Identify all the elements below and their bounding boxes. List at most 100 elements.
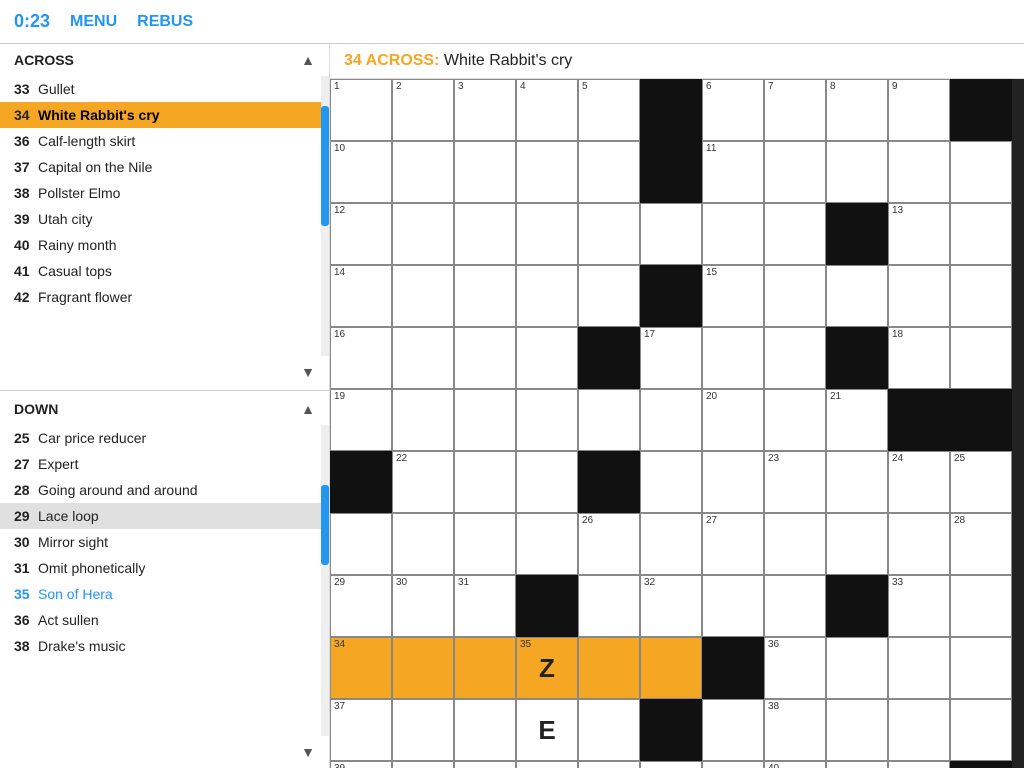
grid-cell[interactable] bbox=[702, 203, 764, 265]
across-clue-37[interactable]: 37Capital on the Nile bbox=[0, 154, 321, 180]
down-clue-36[interactable]: 36Act sullen bbox=[0, 607, 321, 633]
grid-cell[interactable]: 5 bbox=[578, 79, 640, 141]
grid-cell[interactable]: 8 bbox=[826, 79, 888, 141]
grid-cell[interactable] bbox=[640, 761, 702, 768]
grid-cell[interactable] bbox=[454, 389, 516, 451]
grid-cell[interactable]: 39 bbox=[330, 761, 392, 768]
grid-cell[interactable] bbox=[330, 513, 392, 575]
grid-cell[interactable] bbox=[640, 451, 702, 513]
grid-cell[interactable]: 13 bbox=[888, 203, 950, 265]
grid-cell[interactable]: 15 bbox=[702, 265, 764, 327]
grid-cell[interactable] bbox=[392, 761, 454, 768]
grid-cell[interactable]: 33 bbox=[888, 575, 950, 637]
grid-cell[interactable] bbox=[702, 575, 764, 637]
across-scroll-up[interactable]: ▲ bbox=[297, 49, 319, 71]
grid-cell[interactable] bbox=[826, 327, 888, 389]
grid-cell[interactable]: 18 bbox=[888, 327, 950, 389]
grid-cell[interactable] bbox=[702, 327, 764, 389]
grid-cell[interactable] bbox=[392, 389, 454, 451]
across-scroll-down[interactable]: ▼ bbox=[297, 361, 319, 383]
grid-cell[interactable] bbox=[578, 637, 640, 699]
grid-cell[interactable] bbox=[950, 761, 1012, 768]
grid-cell[interactable] bbox=[950, 699, 1012, 761]
grid-cell[interactable] bbox=[392, 265, 454, 327]
grid-cell[interactable] bbox=[888, 141, 950, 203]
grid-cell[interactable] bbox=[516, 265, 578, 327]
grid-cell[interactable] bbox=[516, 513, 578, 575]
grid-cell[interactable] bbox=[702, 699, 764, 761]
grid-cell[interactable] bbox=[392, 141, 454, 203]
grid-cell[interactable] bbox=[578, 389, 640, 451]
grid-cell[interactable] bbox=[826, 513, 888, 575]
down-scroll-down[interactable]: ▼ bbox=[297, 741, 319, 763]
grid-cell[interactable]: 30 bbox=[392, 575, 454, 637]
grid-cell[interactable] bbox=[516, 389, 578, 451]
grid-cell[interactable]: 32 bbox=[640, 575, 702, 637]
grid-cell[interactable] bbox=[454, 265, 516, 327]
grid-cell[interactable] bbox=[578, 451, 640, 513]
grid-cell[interactable] bbox=[392, 637, 454, 699]
grid-cell[interactable]: 3 bbox=[454, 79, 516, 141]
grid-cell[interactable]: 14 bbox=[330, 265, 392, 327]
grid-cell[interactable] bbox=[826, 637, 888, 699]
grid-cell[interactable]: 37 bbox=[330, 699, 392, 761]
grid-cell[interactable] bbox=[888, 761, 950, 768]
grid-cell[interactable] bbox=[950, 389, 1012, 451]
grid-cell[interactable]: 20 bbox=[702, 389, 764, 451]
grid-cell[interactable] bbox=[392, 203, 454, 265]
down-clue-38[interactable]: 38Drake's music bbox=[0, 633, 321, 659]
grid-cell[interactable] bbox=[392, 513, 454, 575]
grid-cell[interactable] bbox=[950, 637, 1012, 699]
grid-cell[interactable]: 24 bbox=[888, 451, 950, 513]
across-clue-41[interactable]: 41Casual tops bbox=[0, 258, 321, 284]
grid-cell[interactable]: 2 bbox=[392, 79, 454, 141]
grid-cell[interactable] bbox=[516, 575, 578, 637]
grid-cell[interactable]: 22 bbox=[392, 451, 454, 513]
grid-cell[interactable] bbox=[454, 761, 516, 768]
across-clue-36[interactable]: 36Calf-length skirt bbox=[0, 128, 321, 154]
grid-cell[interactable] bbox=[764, 203, 826, 265]
grid-cell[interactable] bbox=[640, 265, 702, 327]
down-clue-25[interactable]: 25Car price reducer bbox=[0, 425, 321, 451]
grid-cell[interactable] bbox=[578, 265, 640, 327]
grid-cell[interactable]: 9 bbox=[888, 79, 950, 141]
grid-cell[interactable] bbox=[950, 79, 1012, 141]
across-clue-40[interactable]: 40Rainy month bbox=[0, 232, 321, 258]
grid-cell[interactable] bbox=[640, 699, 702, 761]
grid-cell[interactable]: 21 bbox=[826, 389, 888, 451]
down-clue-29[interactable]: 29Lace loop bbox=[0, 503, 321, 529]
grid-cell[interactable] bbox=[640, 79, 702, 141]
across-clue-33[interactable]: 33Gullet bbox=[0, 76, 321, 102]
grid-cell[interactable] bbox=[888, 513, 950, 575]
grid-cell[interactable]: 11 bbox=[702, 141, 764, 203]
grid-cell[interactable] bbox=[392, 699, 454, 761]
grid-cell[interactable]: 28 bbox=[950, 513, 1012, 575]
grid-cell[interactable] bbox=[516, 327, 578, 389]
grid-cell[interactable]: 29 bbox=[330, 575, 392, 637]
down-clue-31[interactable]: 31Omit phonetically bbox=[0, 555, 321, 581]
grid-cell[interactable] bbox=[640, 637, 702, 699]
grid-cell[interactable]: 31 bbox=[454, 575, 516, 637]
grid-cell[interactable] bbox=[826, 699, 888, 761]
grid-cell[interactable]: 6 bbox=[702, 79, 764, 141]
grid-cell[interactable] bbox=[702, 761, 764, 768]
grid-cell[interactable] bbox=[640, 203, 702, 265]
grid-cell[interactable] bbox=[826, 265, 888, 327]
grid-cell[interactable] bbox=[950, 141, 1012, 203]
grid-cell[interactable] bbox=[888, 637, 950, 699]
grid-cell[interactable] bbox=[826, 575, 888, 637]
grid-cell[interactable]: 4 bbox=[516, 79, 578, 141]
grid-cell[interactable] bbox=[454, 699, 516, 761]
grid-cell[interactable]: 10 bbox=[330, 141, 392, 203]
grid-cell[interactable]: 36 bbox=[764, 637, 826, 699]
grid-cell[interactable] bbox=[888, 699, 950, 761]
grid-cell[interactable] bbox=[454, 141, 516, 203]
grid-cell[interactable] bbox=[950, 203, 1012, 265]
grid-cell[interactable] bbox=[640, 389, 702, 451]
grid-cell[interactable] bbox=[764, 141, 826, 203]
grid-cell[interactable] bbox=[578, 141, 640, 203]
grid-cell[interactable] bbox=[578, 699, 640, 761]
down-clue-35[interactable]: 35Son of Hera bbox=[0, 581, 321, 607]
grid-cell[interactable] bbox=[826, 203, 888, 265]
grid-cell[interactable] bbox=[454, 327, 516, 389]
